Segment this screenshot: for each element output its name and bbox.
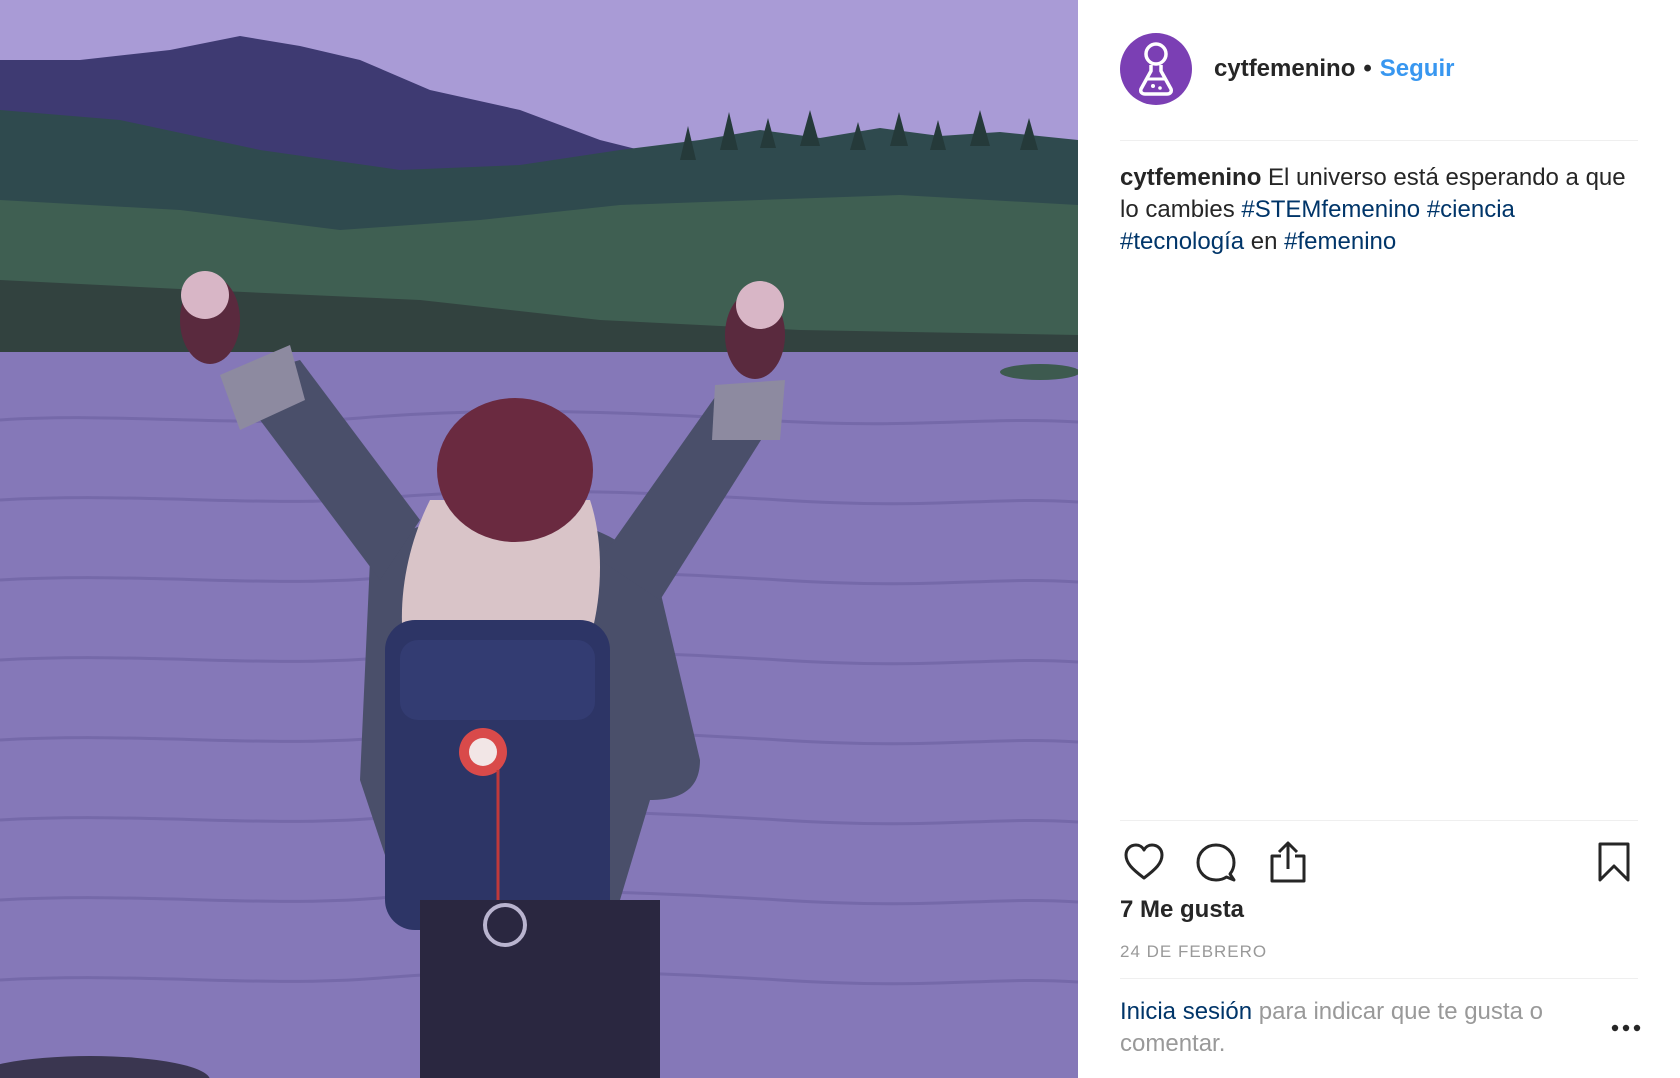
save-button[interactable] bbox=[1590, 838, 1638, 886]
likes-count[interactable]: 7 Me gusta bbox=[1120, 896, 1244, 924]
avatar[interactable] bbox=[1120, 33, 1192, 105]
post-actions bbox=[1120, 838, 1638, 886]
bookmark-icon bbox=[1598, 842, 1630, 882]
header-divider bbox=[1120, 140, 1638, 141]
hashtag-tecnologia[interactable]: #tecnología bbox=[1120, 228, 1244, 255]
heart-icon bbox=[1124, 843, 1164, 880]
instagram-post: cytfemenino • Seguir cytfemenino El univ… bbox=[0, 0, 1680, 1078]
post-header: cytfemenino • Seguir bbox=[1120, 33, 1640, 105]
hashtag-ciencia[interactable]: #ciencia bbox=[1427, 196, 1515, 223]
comment-bubble-icon bbox=[1196, 843, 1236, 882]
header-text: cytfemenino • Seguir bbox=[1214, 55, 1454, 83]
caption-space bbox=[1420, 196, 1427, 223]
caption-username[interactable]: cytfemenino bbox=[1120, 164, 1261, 191]
header-separator: • bbox=[1363, 55, 1372, 82]
header-username[interactable]: cytfemenino bbox=[1214, 55, 1355, 83]
comment-button[interactable] bbox=[1192, 838, 1240, 886]
hashtag-stemfemenino[interactable]: #STEMfemenino bbox=[1241, 196, 1420, 223]
more-options-icon bbox=[1611, 1024, 1641, 1032]
hashtag-femenino[interactable]: #femenino bbox=[1284, 228, 1396, 255]
login-prompt: Inicia sesión para indicar que te gusta … bbox=[1120, 996, 1590, 1060]
post-date[interactable]: 24 DE FEBRERO bbox=[1120, 942, 1267, 962]
more-options-button[interactable] bbox=[1608, 1016, 1644, 1040]
share-upload-icon bbox=[1270, 841, 1306, 883]
flask-person-icon bbox=[1139, 42, 1173, 96]
caption-joiner: en bbox=[1244, 228, 1285, 255]
post-caption: cytfemenino El universo está esperando a… bbox=[1120, 162, 1638, 258]
follow-button[interactable]: Seguir bbox=[1380, 55, 1455, 83]
post-photo[interactable] bbox=[0, 0, 1078, 1078]
share-button[interactable] bbox=[1264, 838, 1312, 886]
like-button[interactable] bbox=[1120, 838, 1168, 886]
post-photo-illustration bbox=[0, 0, 1078, 1078]
login-divider bbox=[1120, 978, 1638, 979]
post-details-panel: cytfemenino • Seguir cytfemenino El univ… bbox=[1078, 0, 1680, 1078]
login-link[interactable]: Inicia sesión bbox=[1120, 998, 1252, 1025]
actions-divider bbox=[1120, 820, 1638, 821]
